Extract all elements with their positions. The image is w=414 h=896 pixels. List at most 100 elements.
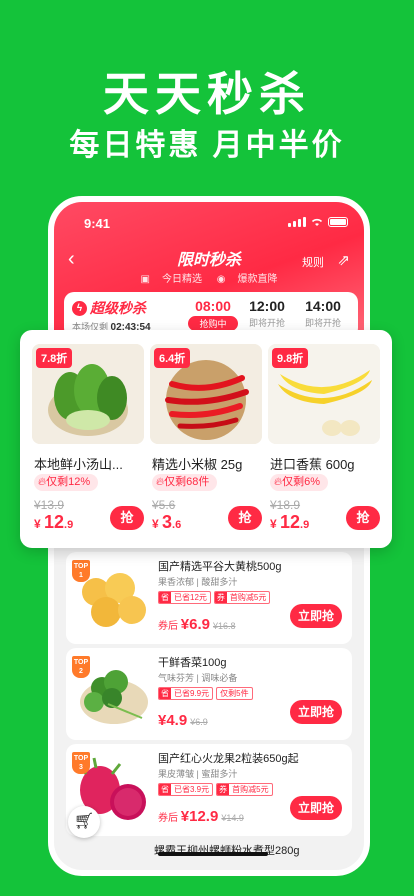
tag-key: 省 [159, 784, 171, 795]
cart-icon[interactable]: 🛒︎ [68, 806, 100, 838]
time-slot-3[interactable]: 14:00 即将开抢 [298, 298, 348, 329]
nav-sub-right: 爆款直降 [237, 274, 278, 285]
nav-subtitles: ▣ 今日精选 ◉ 爆款直降 [54, 270, 364, 285]
tag-key: 省 [159, 592, 171, 603]
slot-state: 即将开抢 [304, 318, 341, 328]
rank-number: 1 [79, 572, 83, 579]
slot-state: 即将开抢 [248, 318, 285, 328]
stock-badge: 🔥︎仅剩12% [34, 474, 99, 491]
fire-icon: ◉ [216, 274, 226, 285]
featured-deals-card: 7.8折 本地鲜小汤山... 🔥︎仅剩12% ¥13.9 ¥ 12.9 抢 6.… [20, 330, 392, 548]
slot-time: 08:00 [195, 298, 231, 314]
list-item[interactable]: TOP 2 干鲜香菜100g 气味芬芳 | 调味必备 省已省9.9元 仅剩5件 ¥… [66, 648, 352, 740]
rank-number: 2 [79, 668, 83, 675]
product-name: 干鲜香菜100g [158, 657, 227, 669]
product-name: 国产精选平谷大黄桃500g [158, 561, 282, 573]
price-value: ¥6.9 [180, 616, 210, 633]
price-dec: .6 [172, 519, 182, 531]
price-dec: .9 [300, 519, 310, 531]
slot-time: 14:00 [305, 298, 341, 314]
list-item[interactable]: TOP 1 国产精选平谷大黄桃500g 果香浓郁 | 酸甜多汁 省已省12元 券首… [66, 552, 352, 644]
price: 券后 ¥6.9 ¥16.8 [158, 616, 236, 633]
original-price: ¥14.9 [221, 813, 244, 823]
rank-badge: TOP 3 [72, 752, 90, 774]
price-value: ¥12.9 [180, 808, 219, 825]
price-int: 3 [162, 512, 173, 532]
product-tags: 省已省3.9元 券首购减5元 [158, 783, 273, 796]
discount-badge: 9.8折 [272, 348, 309, 368]
stock-text: 仅剩68件 [164, 476, 210, 488]
product-desc: 果皮薄皱 | 蜜甜多汁 [158, 769, 238, 779]
slot-state: 抢购中 [188, 316, 238, 331]
rank-number: 3 [79, 764, 83, 771]
tag-value: 首购减5元 [229, 593, 267, 602]
signal-icon [288, 217, 306, 227]
time-slot-2[interactable]: 12:00 即将开抢 [242, 298, 292, 329]
tag-key: 券 [217, 784, 230, 795]
grab-button[interactable]: 抢 [110, 506, 144, 530]
price: ¥ 12.9 [270, 512, 310, 532]
tag-value: 已省12元 [174, 593, 207, 602]
tag: 券首购减5元 [213, 591, 271, 604]
tag-value: 仅剩5件 [220, 689, 249, 698]
tag-key: 券 [214, 592, 227, 603]
tag-key: 省 [159, 688, 171, 699]
grab-button[interactable]: 抢 [228, 506, 262, 530]
flash-title-text: 超级秒杀 [90, 300, 146, 316]
price-value: ¥4.9 [158, 712, 188, 729]
stock-badge: 🔥︎仅剩68件 [152, 474, 218, 491]
product-desc: 果香浓郁 | 酸甜多汁 [158, 577, 238, 587]
status-icons [288, 217, 348, 227]
rank-badge: TOP 2 [72, 656, 90, 678]
tag: 省已省9.9元 [158, 687, 214, 700]
rank-top: TOP [73, 659, 89, 666]
featured-item[interactable]: 7.8折 本地鲜小汤山... 🔥︎仅剩12% ¥13.9 ¥ 12.9 抢 [32, 344, 144, 536]
rank-top: TOP [73, 563, 89, 570]
featured-item[interactable]: 6.4折 精选小米椒 25g 🔥︎仅剩68件 ¥5.6 ¥ 3.6 抢 [150, 344, 262, 536]
price-int: 12 [44, 512, 65, 532]
tag-value: 已省3.9元 [174, 785, 210, 794]
price-prefix: 券后 [158, 813, 178, 824]
tag: 券首购减5元 [216, 783, 273, 796]
product-name: 国产红心火龙果2粒装650g起 [158, 753, 299, 765]
product-tags: 省已省9.9元 仅剩5件 [158, 687, 253, 700]
stock-badge: 🔥︎仅剩6% [270, 474, 328, 491]
original-price: ¥16.8 [212, 621, 236, 631]
wifi-icon [311, 218, 323, 226]
original-price: ¥5.6 [152, 498, 176, 512]
stock-text: 仅剩6% [282, 476, 320, 488]
calendar-icon: ▣ [140, 274, 150, 285]
product-name: 精选小米椒 25g [152, 457, 243, 472]
price: ¥ 12.9 [34, 512, 74, 532]
list-item[interactable]: TOP 3 国产红心火龙果2粒装650g起 果皮薄皱 | 蜜甜多汁 省已省3.9元… [66, 744, 352, 836]
time-slot-1[interactable]: 08:00 抢购中 [188, 298, 238, 331]
home-indicator [158, 852, 268, 856]
product-name: 进口香蕉 600g [270, 457, 355, 472]
tag-value: 首购减5元 [232, 785, 269, 794]
grab-button[interactable]: 抢 [346, 506, 380, 530]
tag: 省已省3.9元 [158, 783, 214, 796]
share-icon[interactable]: ⇗ [337, 251, 350, 269]
featured-item[interactable]: 9.8折 进口香蕉 600g 🔥︎仅剩6% ¥18.9 ¥ 12.9 抢 [268, 344, 380, 536]
rules-link[interactable]: 规则 [302, 254, 324, 270]
tag-value: 已省9.9元 [174, 689, 210, 698]
slot-time: 12:00 [249, 298, 285, 314]
product-tags: 省已省12元 券首购减5元 [158, 591, 271, 604]
flash-title: ϟ 超级秒杀 [72, 298, 151, 318]
stock-text: 仅剩12% [46, 476, 91, 488]
discount-badge: 7.8折 [36, 348, 73, 368]
buy-now-button[interactable]: 立即抢 [290, 604, 342, 628]
price-int: 12 [280, 512, 301, 532]
product-desc: 气味芬芳 | 调味必备 [158, 673, 238, 683]
price-dec: .9 [64, 519, 74, 531]
original-price: ¥13.9 [34, 498, 65, 512]
discount-badge: 6.4折 [154, 348, 191, 368]
buy-now-button[interactable]: 立即抢 [290, 796, 342, 820]
rank-badge: TOP 1 [72, 560, 90, 582]
nav-sub-left: 今日精选 [161, 274, 202, 285]
price: ¥ 3.6 [152, 512, 182, 532]
price: 券后 ¥12.9 ¥14.9 [158, 808, 244, 825]
original-price: ¥18.9 [270, 498, 301, 512]
tag: 仅剩5件 [216, 687, 253, 700]
buy-now-button[interactable]: 立即抢 [290, 700, 342, 724]
